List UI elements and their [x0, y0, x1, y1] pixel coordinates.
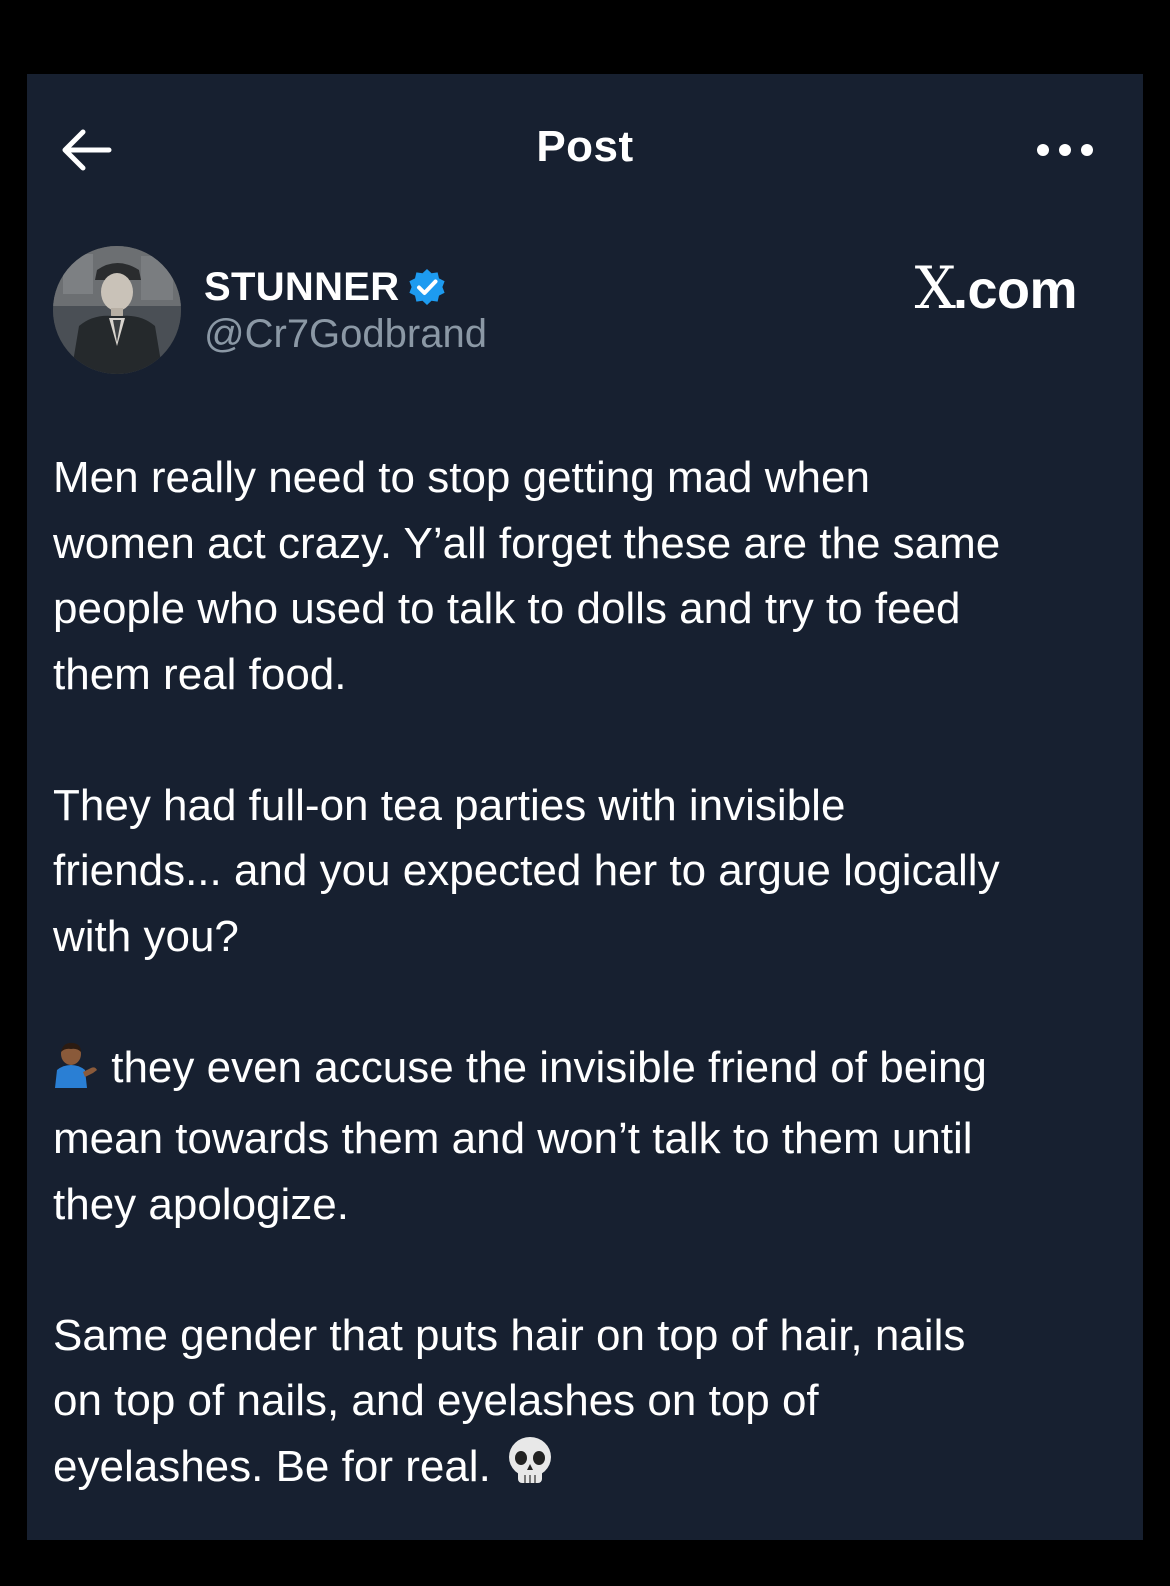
more-options-button[interactable]	[1035, 136, 1095, 164]
skull-emoji	[505, 1435, 555, 1506]
verified-badge-icon	[409, 269, 446, 305]
post-card: Post STUNNER @Cr7Godbrand X.com Men real…	[27, 74, 1143, 1540]
x-com-watermark: X.com	[914, 254, 1078, 322]
post-text: Men really need to stop getting mad when…	[53, 445, 1123, 1505]
profile-photo	[53, 246, 181, 374]
author-display-name: STUNNER	[204, 264, 400, 309]
page-title: Post	[536, 122, 634, 171]
top-bar: Post	[27, 74, 1143, 229]
person-tipping-hand-emoji	[53, 1040, 99, 1107]
post-paragraph: They had full-on tea parties with invisi…	[53, 780, 1000, 961]
post-paragraph: Men really need to stop getting mad when…	[53, 453, 1001, 699]
x-logo-letter: X	[914, 254, 956, 322]
post-paragraph: Same gender that puts hair on top of hai…	[53, 1303, 1123, 1506]
author-name-row[interactable]: STUNNER	[204, 264, 447, 310]
post-paragraph-text: they even accuse the invisible friend of…	[53, 1042, 987, 1229]
more-horizontal-icon	[1037, 144, 1093, 156]
brand-suffix: .com	[952, 260, 1078, 320]
post-paragraph: they even accuse the invisible friend of…	[53, 1035, 1123, 1238]
author-handle[interactable]: @Cr7Godbrand	[204, 312, 487, 357]
avatar[interactable]	[53, 246, 181, 374]
